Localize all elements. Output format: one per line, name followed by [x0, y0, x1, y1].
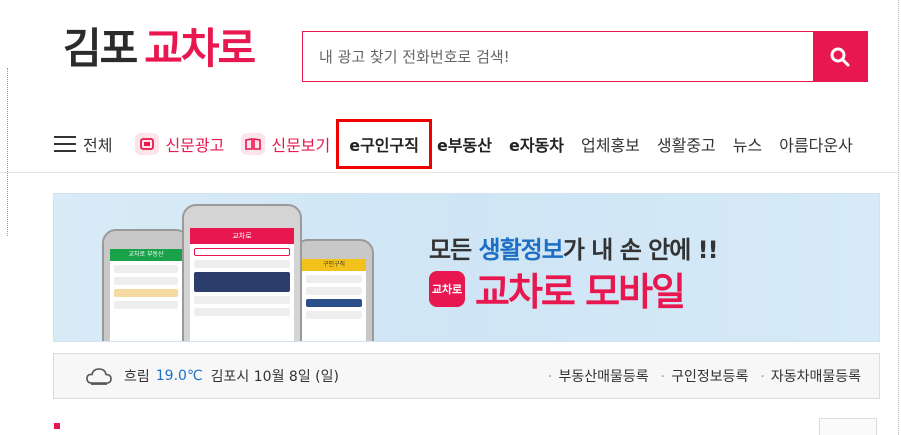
location-date: 김포시 10월 8일 (일) — [210, 369, 339, 385]
search-box — [302, 31, 868, 82]
nav-all-label: 전체 — [83, 136, 113, 155]
link-realestate-register[interactable]: · 부동산매물등록 — [548, 366, 649, 386]
nav-item-label: 생활중고 — [656, 136, 716, 155]
section-nav-buttons[interactable] — [819, 418, 877, 435]
search-button[interactable] — [813, 32, 867, 81]
banner-app-name-row: 교차로 교차로 모바일 — [429, 261, 686, 316]
link-car-register[interactable]: · 자동차매물등록 — [760, 366, 861, 386]
nav-item-label: 뉴스 — [732, 136, 763, 155]
phone-image-left: 교차로 부동산 — [102, 229, 190, 341]
logo-text-gyocharo: 교차로 — [144, 24, 256, 73]
search-input[interactable] — [303, 32, 813, 81]
nav-item-e-realestate[interactable]: e부동산 — [437, 132, 492, 156]
banner-headline-pre: 모든 — [429, 236, 479, 264]
link-label: 구인정보등록 — [671, 369, 749, 385]
banner-headline-post: 가 내 손 안에 !! — [562, 236, 719, 264]
book-icon — [241, 133, 266, 155]
nav-item-used-goods[interactable]: 생활중고 — [657, 132, 716, 156]
nav-item-label: 아름다운사 — [779, 136, 853, 155]
nav-item-e-jobs[interactable]: e구인구직 — [336, 119, 432, 169]
nav-item-e-car[interactable]: e자동차 — [509, 132, 564, 156]
guide-line — [7, 68, 8, 236]
newspaper-icon — [135, 133, 160, 155]
banner-headline: 모든 생활정보가 내 손 안에 !! — [429, 230, 719, 265]
link-label: 자동차매물등록 — [770, 369, 861, 385]
banner-headline-highlight: 생활정보 — [478, 236, 564, 264]
nav-item-news[interactable]: 뉴스 — [733, 132, 762, 156]
phone-title: 교차로 — [190, 228, 294, 244]
nav-item-label: 신문보기 — [271, 136, 331, 155]
app-icon: 교차로 — [429, 270, 465, 307]
phone-title: 구인구직 — [302, 259, 366, 271]
nav-item-newspaper-view[interactable]: 신문보기 — [241, 132, 330, 156]
quick-links: · 부동산매물등록 · 구인정보등록 · 자동차매물등록 — [536, 366, 879, 386]
nav-item-label: e부동산 — [436, 136, 492, 155]
logo-text-gimpo: 김포 — [63, 24, 138, 73]
nav-item-label: e자동차 — [508, 136, 564, 155]
hamburger-icon — [54, 136, 76, 152]
section-marker — [54, 423, 60, 429]
phone-title: 교차로 부동산 — [110, 249, 182, 261]
nav-item-beautiful[interactable]: 아름다운사 — [779, 132, 853, 156]
link-label: 부동산매물등록 — [558, 369, 649, 385]
nav-divider — [0, 172, 898, 173]
main-nav: 전체 신문광고 신문보기 e구인구직 e부동산 e자동차 업체홍보 생활중고 뉴… — [54, 119, 870, 169]
link-job-register[interactable]: · 구인정보등록 — [661, 366, 749, 386]
nav-all-menu[interactable]: 전체 — [54, 132, 112, 156]
banner-app-name: 교차로 모바일 — [475, 270, 686, 314]
guide-line — [898, 0, 899, 435]
weather-temperature: 19.0℃ — [155, 368, 203, 384]
phone-image-right: 구인구직 — [294, 239, 374, 341]
weather-info-bar: 흐림 19.0℃ 김포시 10월 8일 (일) · 부동산매물등록 · 구인정보등록… — [53, 353, 880, 399]
weather-condition: 흐림 — [124, 369, 150, 385]
cloud-icon — [86, 368, 112, 385]
nav-item-label: e구인구직 — [349, 136, 419, 155]
search-icon — [830, 47, 850, 66]
nav-item-business-promo[interactable]: 업체홍보 — [581, 132, 640, 156]
site-logo[interactable]: 김포 교차로 — [63, 28, 256, 70]
nav-item-label: 업체홍보 — [581, 136, 640, 155]
nav-item-label: 신문광고 — [165, 136, 225, 155]
mobile-app-banner[interactable]: 교차로 부동산 구인구직 교차로 모든 생활정보가 내 손 안에 !! 교차로 … — [53, 193, 880, 342]
nav-item-newspaper-ads[interactable]: 신문광고 — [135, 132, 224, 156]
phone-image-center: 교차로 — [182, 204, 302, 341]
